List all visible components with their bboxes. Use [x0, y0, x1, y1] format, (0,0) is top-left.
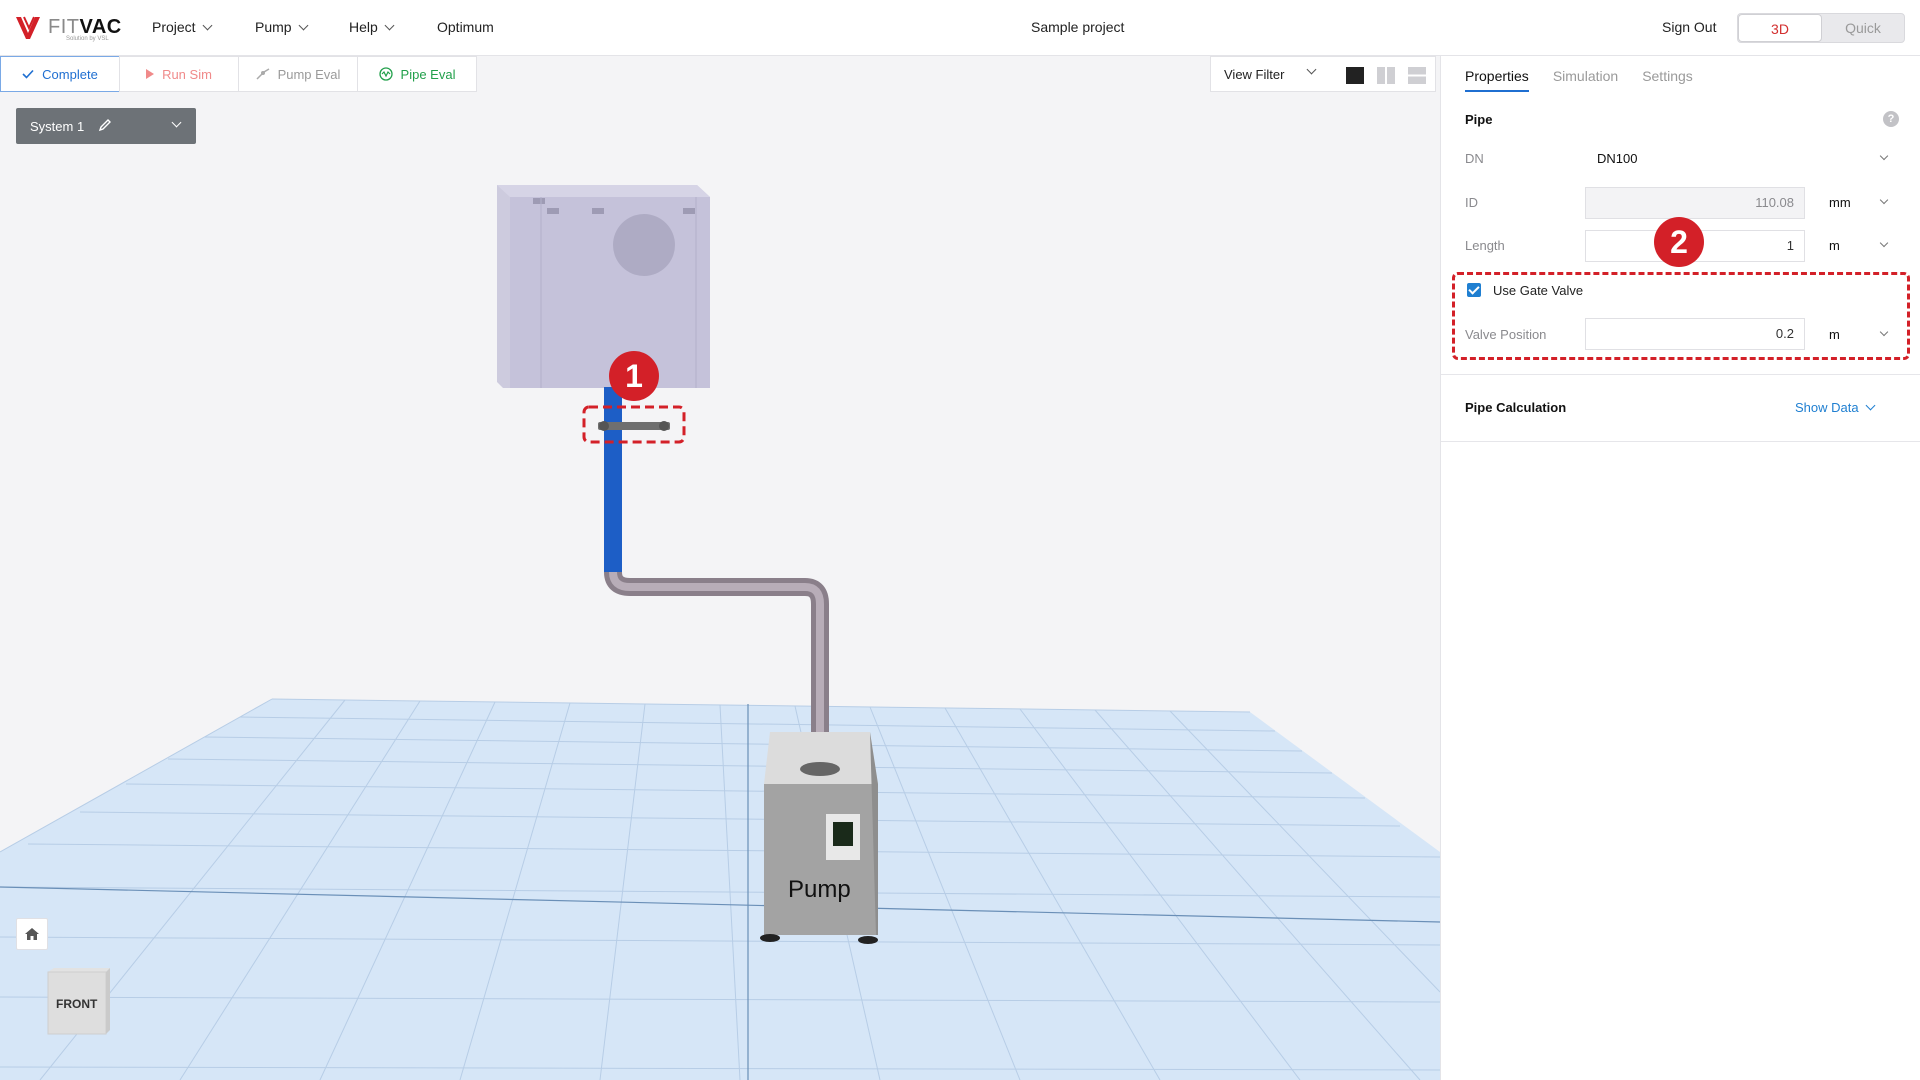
- pump-eval-icon: [256, 68, 269, 80]
- annotation-badge-1: 1: [609, 351, 659, 401]
- menu-optimum-label: Optimum: [437, 19, 494, 35]
- valve-position-field[interactable]: 0.2: [1585, 318, 1805, 350]
- menu-help[interactable]: Help: [349, 19, 395, 35]
- fitvac-logo[interactable]: FITVAC Solution by VSL: [14, 14, 124, 44]
- id-field: 110.08: [1585, 187, 1805, 219]
- properties-panel: Properties Simulation Settings Pipe ? DN…: [1440, 56, 1920, 1080]
- chevron-down-icon: [1306, 64, 1317, 75]
- selected-pipe[interactable]: [604, 387, 622, 572]
- view-filter-label: View Filter: [1224, 67, 1285, 82]
- layout-split-vertical-icon[interactable]: [1377, 67, 1395, 84]
- gate-valve[interactable]: [598, 421, 670, 431]
- layout-single-icon[interactable]: [1346, 67, 1364, 84]
- layout-split-horizontal-icon[interactable]: [1408, 67, 1426, 84]
- chevron-down-icon[interactable]: [1879, 238, 1889, 248]
- help-icon[interactable]: ?: [1883, 111, 1899, 127]
- panel-tabs: Properties Simulation Settings: [1465, 68, 1693, 92]
- pipe-calculation-title: Pipe Calculation: [1465, 400, 1567, 415]
- complete-button[interactable]: Complete: [0, 56, 120, 92]
- tab-simulation[interactable]: Simulation: [1553, 68, 1618, 92]
- chevron-down-icon: [384, 20, 395, 30]
- chevron-down-icon[interactable]: [1879, 151, 1889, 161]
- dn-select[interactable]: DN100: [1597, 151, 1637, 166]
- menu-optimum[interactable]: Optimum: [437, 19, 494, 35]
- menu-project-label: Project: [152, 19, 196, 35]
- project-title: Sample project: [1031, 19, 1125, 35]
- length-label: Length: [1465, 238, 1505, 253]
- chevron-down-icon: [202, 20, 213, 30]
- divider: [1441, 374, 1920, 375]
- pencil-icon[interactable]: [98, 118, 112, 132]
- length-unit-select[interactable]: m: [1829, 238, 1840, 253]
- run-sim-label: Run Sim: [162, 66, 212, 82]
- view-3d-button[interactable]: 3D: [1738, 14, 1822, 42]
- use-gate-valve-checkbox[interactable]: [1467, 283, 1481, 297]
- show-data-label: Show Data: [1795, 400, 1859, 415]
- menu-help-label: Help: [349, 19, 378, 35]
- tab-settings[interactable]: Settings: [1642, 68, 1693, 92]
- pipe-eval-icon: [378, 67, 393, 81]
- view-quick-button[interactable]: Quick: [1822, 14, 1904, 42]
- chevron-down-icon: [1865, 400, 1876, 411]
- checkmark-icon: [22, 69, 34, 79]
- logo-subtitle: Solution by VSL: [66, 36, 109, 42]
- menu-project[interactable]: Project: [152, 19, 213, 35]
- orientation-cube-face: FRONT: [56, 997, 98, 1011]
- 3d-viewport[interactable]: Pump 1: [0, 92, 1440, 1080]
- tab-properties[interactable]: Properties: [1465, 68, 1529, 92]
- logo-v-icon: [16, 16, 40, 39]
- menu-pump-label: Pump: [255, 19, 292, 35]
- show-data-toggle[interactable]: Show Data: [1795, 400, 1876, 415]
- pump-eval-label: Pump Eval: [277, 66, 341, 82]
- pump-unit[interactable]: [760, 732, 878, 944]
- chevron-down-icon[interactable]: [1879, 195, 1889, 205]
- chevron-down-icon: [298, 20, 309, 30]
- play-icon: [146, 69, 155, 79]
- scene-canvas: [0, 185, 1440, 1080]
- id-label: ID: [1465, 195, 1478, 210]
- system-label: System 1: [30, 119, 85, 134]
- run-sim-button[interactable]: Run Sim: [119, 56, 239, 92]
- chevron-down-icon: [171, 117, 182, 128]
- pipe-section-title: Pipe: [1465, 112, 1493, 127]
- annotation-badge-2: 2: [1654, 217, 1704, 267]
- divider: [1441, 441, 1920, 442]
- view-filter-dropdown[interactable]: View Filter: [1210, 56, 1436, 92]
- home-icon: [25, 928, 39, 940]
- sign-out-link[interactable]: Sign Out: [1662, 19, 1716, 35]
- menu-pump[interactable]: Pump: [255, 19, 309, 35]
- valve-position-unit-select[interactable]: m: [1829, 327, 1840, 342]
- complete-label: Complete: [42, 66, 98, 82]
- home-view-button[interactable]: [16, 918, 48, 950]
- pump-eval-button[interactable]: Pump Eval: [238, 56, 358, 92]
- tank[interactable]: [497, 185, 710, 388]
- action-toolbar: Complete Run Sim Pump Eval Pipe Eval: [0, 56, 477, 92]
- pipe-eval-label: Pipe Eval: [400, 66, 456, 82]
- view-mode-toggle: 3D Quick: [1737, 13, 1905, 43]
- pump-label: Pump: [788, 876, 851, 903]
- dn-label: DN: [1465, 151, 1484, 166]
- top-bar: FITVAC Solution by VSL Project Pump Help…: [0, 0, 1920, 56]
- valve-position-label: Valve Position: [1465, 327, 1547, 342]
- system-selector[interactable]: System 1: [16, 108, 196, 144]
- id-unit-select[interactable]: mm: [1829, 195, 1851, 210]
- use-gate-valve-label[interactable]: Use Gate Valve: [1493, 283, 1583, 298]
- pipe-eval-button[interactable]: Pipe Eval: [357, 56, 477, 92]
